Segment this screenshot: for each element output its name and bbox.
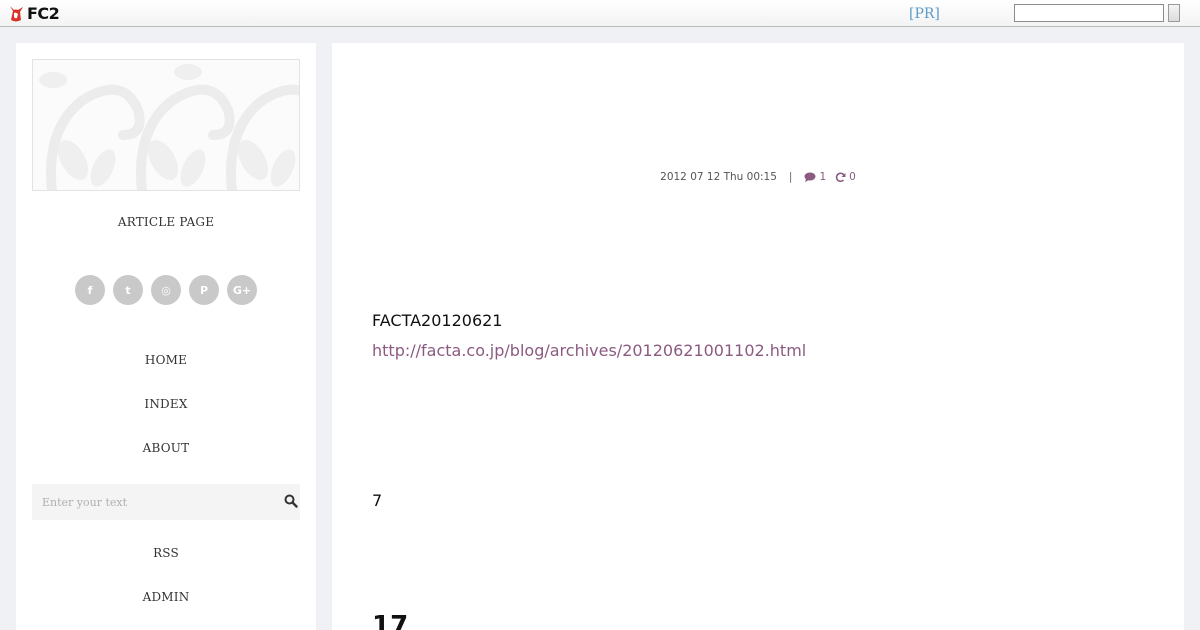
google-plus-icon[interactable]: G+ <box>227 275 257 305</box>
article-meta: 2012 07 12 Thu 00:15 | 1 0 <box>332 171 1184 183</box>
header-image[interactable] <box>32 59 300 191</box>
instagram-icon[interactable]: ◎ <box>151 275 181 305</box>
meta-separator: | <box>788 171 793 183</box>
social-links: f t ◎ P G+ <box>16 275 316 305</box>
fc2-search-button[interactable] <box>1168 4 1180 22</box>
admin-link[interactable]: ADMIN <box>16 590 316 604</box>
fc2-fox-icon <box>10 6 23 22</box>
article-date: 2012 07 12 Thu 00:15 <box>660 171 777 183</box>
body-text: 7 <box>372 491 383 510</box>
twitter-icon[interactable]: t <box>113 275 143 305</box>
comment-count-value: 1 <box>819 171 827 183</box>
site-title[interactable]: ARTICLE PAGE <box>16 215 316 229</box>
sidebar: ARTICLE PAGE f t ◎ P G+ HOME INDEX ABOUT… <box>16 43 316 630</box>
trackback-count-value: 0 <box>849 171 856 183</box>
fc2-search-input[interactable] <box>1014 4 1164 22</box>
article-url-link[interactable]: http://facta.co.jp/blog/archives/2012062… <box>372 341 806 360</box>
nav-home[interactable]: HOME <box>16 353 316 367</box>
comment-count[interactable]: 1 <box>804 171 826 183</box>
search-input[interactable] <box>32 484 272 520</box>
nav-about[interactable]: ABOUT <box>16 441 316 455</box>
article-main: 2012 07 12 Thu 00:15 | 1 0 FACTA20120621… <box>332 43 1184 630</box>
sidebar-search <box>32 484 300 520</box>
body-heading: 17 <box>372 611 409 630</box>
article-title: FACTA20120621 <box>372 311 503 330</box>
pr-link[interactable]: [PR] <box>909 6 940 22</box>
fc2-toolbar: FC2 [PR] <box>0 0 1200 27</box>
search-icon[interactable] <box>284 494 298 508</box>
nav-index[interactable]: INDEX <box>16 397 316 411</box>
comment-icon <box>804 172 816 182</box>
facebook-icon[interactable]: f <box>75 275 105 305</box>
pinterest-icon[interactable]: P <box>189 275 219 305</box>
rss-link[interactable]: RSS <box>16 546 316 560</box>
damask-pattern <box>39 64 299 190</box>
fc2-logo-text: FC2 <box>27 4 60 23</box>
fc2-logo[interactable]: FC2 <box>7 4 60 23</box>
refresh-icon <box>835 172 846 182</box>
trackback-count[interactable]: 0 <box>835 171 856 183</box>
